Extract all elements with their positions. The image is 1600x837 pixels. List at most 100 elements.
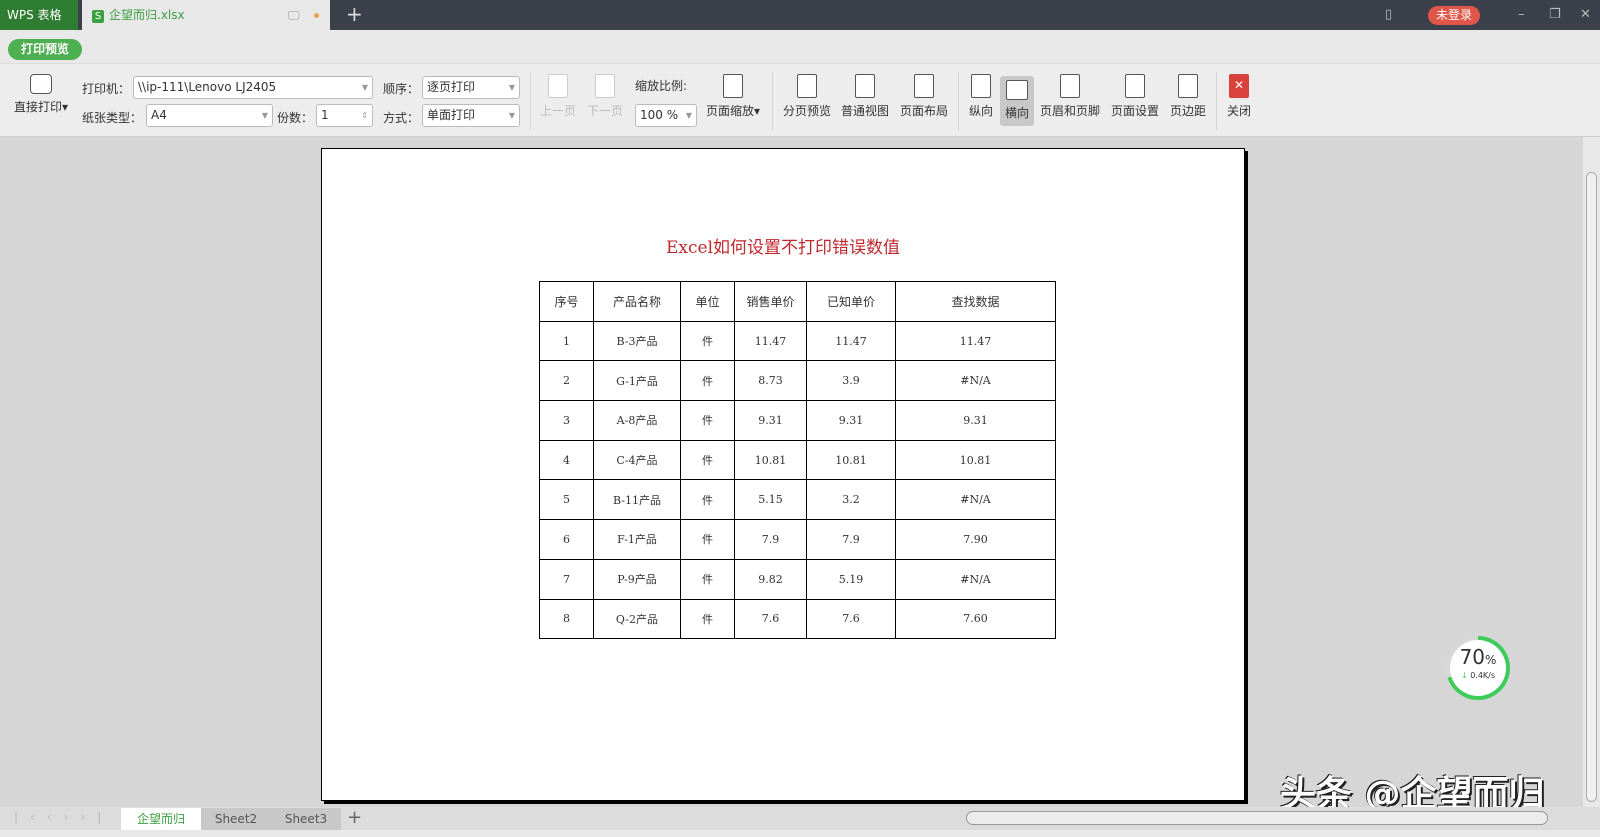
table-cell: #N/A: [895, 558, 1056, 600]
button-label: 页面布局: [899, 104, 948, 118]
divider: [772, 72, 773, 130]
document-tab[interactable]: S 企望而归.xlsx 🖵: [82, 0, 330, 30]
horizontal-scrollbar[interactable]: [966, 811, 1548, 825]
header-footer-button[interactable]: 页眉和页脚: [1038, 74, 1102, 119]
table-cell: 9.31: [806, 400, 896, 441]
margins-button[interactable]: 页边距: [1166, 74, 1210, 119]
table-row: 2 G-1产品件 8.73 3.9 #N/A: [539, 360, 1056, 402]
new-tab-button[interactable]: +: [346, 2, 363, 26]
table-cell: 件: [680, 360, 735, 402]
restore-button[interactable]: ❐: [1549, 0, 1561, 30]
ribbon-tabs: 打印预览: [0, 30, 1600, 63]
portrait-button[interactable]: 纵向: [963, 74, 999, 119]
copies-value: 1: [321, 108, 329, 122]
table-cell: 11.47: [895, 320, 1056, 362]
data-table: 序号 产品名称 单位 销售单价 已知单价 查找数据 1 B-3产品件 11.47 11.47 11…: [539, 281, 1056, 640]
table-cell: 7.90: [895, 519, 1056, 560]
button-label: 纵向: [968, 104, 993, 118]
paper-select[interactable]: A4 ▼: [146, 104, 273, 127]
margins-icon: [1178, 74, 1198, 98]
table-cell: 5.19: [806, 558, 896, 600]
button-label: 关闭: [1226, 104, 1251, 118]
printer-select[interactable]: \\ip-111\Lenovo LJ2405 ▼: [133, 76, 373, 99]
monitor-icon[interactable]: 🖵: [288, 0, 300, 30]
zoom-select[interactable]: 100 % ▼: [635, 104, 697, 127]
minimize-button[interactable]: –: [1518, 0, 1525, 30]
column-header: 产品名称: [593, 281, 681, 322]
app-tab[interactable]: WPS 表格: [0, 0, 78, 30]
chevron-down-icon: ▼: [508, 111, 515, 120]
table-cell: 件: [680, 558, 735, 600]
print-page: Excel如何设置不打印错误数值 序号 产品名称 单位 销售单价 已知单价 查找数据 1B…: [321, 148, 1245, 801]
page-title: Excel如何设置不打印错误数值: [665, 238, 900, 258]
mode-select[interactable]: 单面打印 ▼: [422, 104, 520, 127]
copies-stepper[interactable]: 1 ⇕: [316, 104, 373, 127]
login-button[interactable]: 未登录: [1428, 6, 1480, 25]
page-break-preview-button[interactable]: 分页预览: [780, 74, 834, 119]
table-cell: 8.73: [734, 360, 807, 402]
table-cell: Q-2产品: [593, 598, 681, 640]
next-page-button[interactable]: 下一页: [585, 74, 625, 119]
zoom-label: 缩放比例:: [635, 79, 688, 93]
table-cell: 3: [539, 400, 594, 441]
prev-page-button[interactable]: 上一页: [538, 74, 578, 119]
sheet-nav-arrows-icon[interactable]: |‹‹››|: [14, 810, 113, 824]
sheet-tab[interactable]: Sheet3: [271, 808, 341, 830]
order-select[interactable]: 逐页打印 ▼: [422, 76, 520, 99]
paper-label: 纸张类型：: [82, 111, 143, 125]
table-row: 8 Q-2产品件 7.6 7.6 7.60: [539, 598, 1056, 640]
page-layout-button[interactable]: 页面布局: [897, 74, 951, 119]
title-bar: WPS 表格 S 企望而归.xlsx 🖵 + ▯ 未登录 – ❐ ✕: [0, 0, 1600, 30]
page-break-icon: [797, 74, 817, 98]
table-cell: 4: [539, 439, 594, 481]
tablet-mode-icon[interactable]: ▯: [1385, 0, 1392, 30]
sheet-tab-active[interactable]: 企望而归: [121, 808, 201, 830]
table-cell: 5: [539, 479, 594, 521]
gauge-speed: 0.4K/s: [1470, 671, 1496, 680]
page-zoom-button[interactable]: 页面缩放▾: [702, 74, 764, 119]
table-cell: 10.81: [806, 439, 896, 481]
table-header-row: 序号 产品名称 单位 销售单价 已知单价 查找数据: [539, 281, 1056, 322]
column-header: 单位: [680, 281, 735, 322]
table-cell: 件: [680, 479, 735, 521]
spreadsheet-icon: S: [92, 10, 104, 23]
table-cell: 3.2: [806, 479, 896, 521]
table-row: 6 F-1产品件 7.9 7.9 7.90: [539, 519, 1056, 560]
sheet-tabs-bar: |‹‹››| 企望而归 Sheet2 Sheet3 +: [0, 807, 1600, 830]
landscape-button[interactable]: 横向: [1000, 76, 1034, 126]
table-cell: B-3产品: [593, 320, 681, 362]
print-preview-tab[interactable]: 打印预览: [8, 39, 82, 60]
page-zoom-label: 页面缩放: [705, 104, 754, 118]
table-cell: 11.47: [734, 320, 807, 362]
vertical-scroll-thumb[interactable]: [1586, 172, 1597, 802]
table-cell: 6: [539, 519, 594, 560]
close-preview-button[interactable]: ✕ 关闭: [1222, 74, 1256, 119]
header-footer-icon: [1060, 74, 1080, 98]
direct-print-button[interactable]: 直接打印▾: [10, 74, 72, 115]
portrait-icon: [971, 74, 991, 98]
printer-value: \\ip-111\Lenovo LJ2405: [138, 80, 277, 94]
vertical-scrollbar[interactable]: [1583, 137, 1600, 807]
normal-view-button[interactable]: 普通视图: [838, 74, 892, 119]
close-window-button[interactable]: ✕: [1580, 0, 1591, 30]
printer-icon: [30, 74, 52, 94]
sheet-tab[interactable]: Sheet2: [201, 808, 271, 830]
table-cell: C-4产品: [593, 439, 681, 481]
gauge-unit: %: [1485, 653, 1497, 667]
add-sheet-button[interactable]: +: [347, 807, 362, 828]
table-cell: A-8产品: [593, 400, 681, 441]
network-speed-gauge[interactable]: 70% ↓ 0.4K/s: [1446, 636, 1510, 700]
table-cell: 7.6: [734, 598, 807, 640]
page-layout-icon: [914, 74, 934, 98]
stepper-arrows-icon[interactable]: ⇕: [361, 105, 368, 126]
divider: [1216, 72, 1217, 130]
copies-label: 份数：: [277, 111, 314, 125]
prev-page-label: 上一页: [539, 104, 576, 118]
next-page-icon: [595, 74, 615, 98]
table-cell: G-1产品: [593, 360, 681, 402]
table-cell: #N/A: [895, 479, 1056, 521]
table-cell: 7.6: [806, 598, 896, 640]
page-setup-button[interactable]: 页面设置: [1108, 74, 1162, 119]
table-cell: 9.31: [734, 400, 807, 441]
button-label: 分页预览: [782, 104, 831, 118]
